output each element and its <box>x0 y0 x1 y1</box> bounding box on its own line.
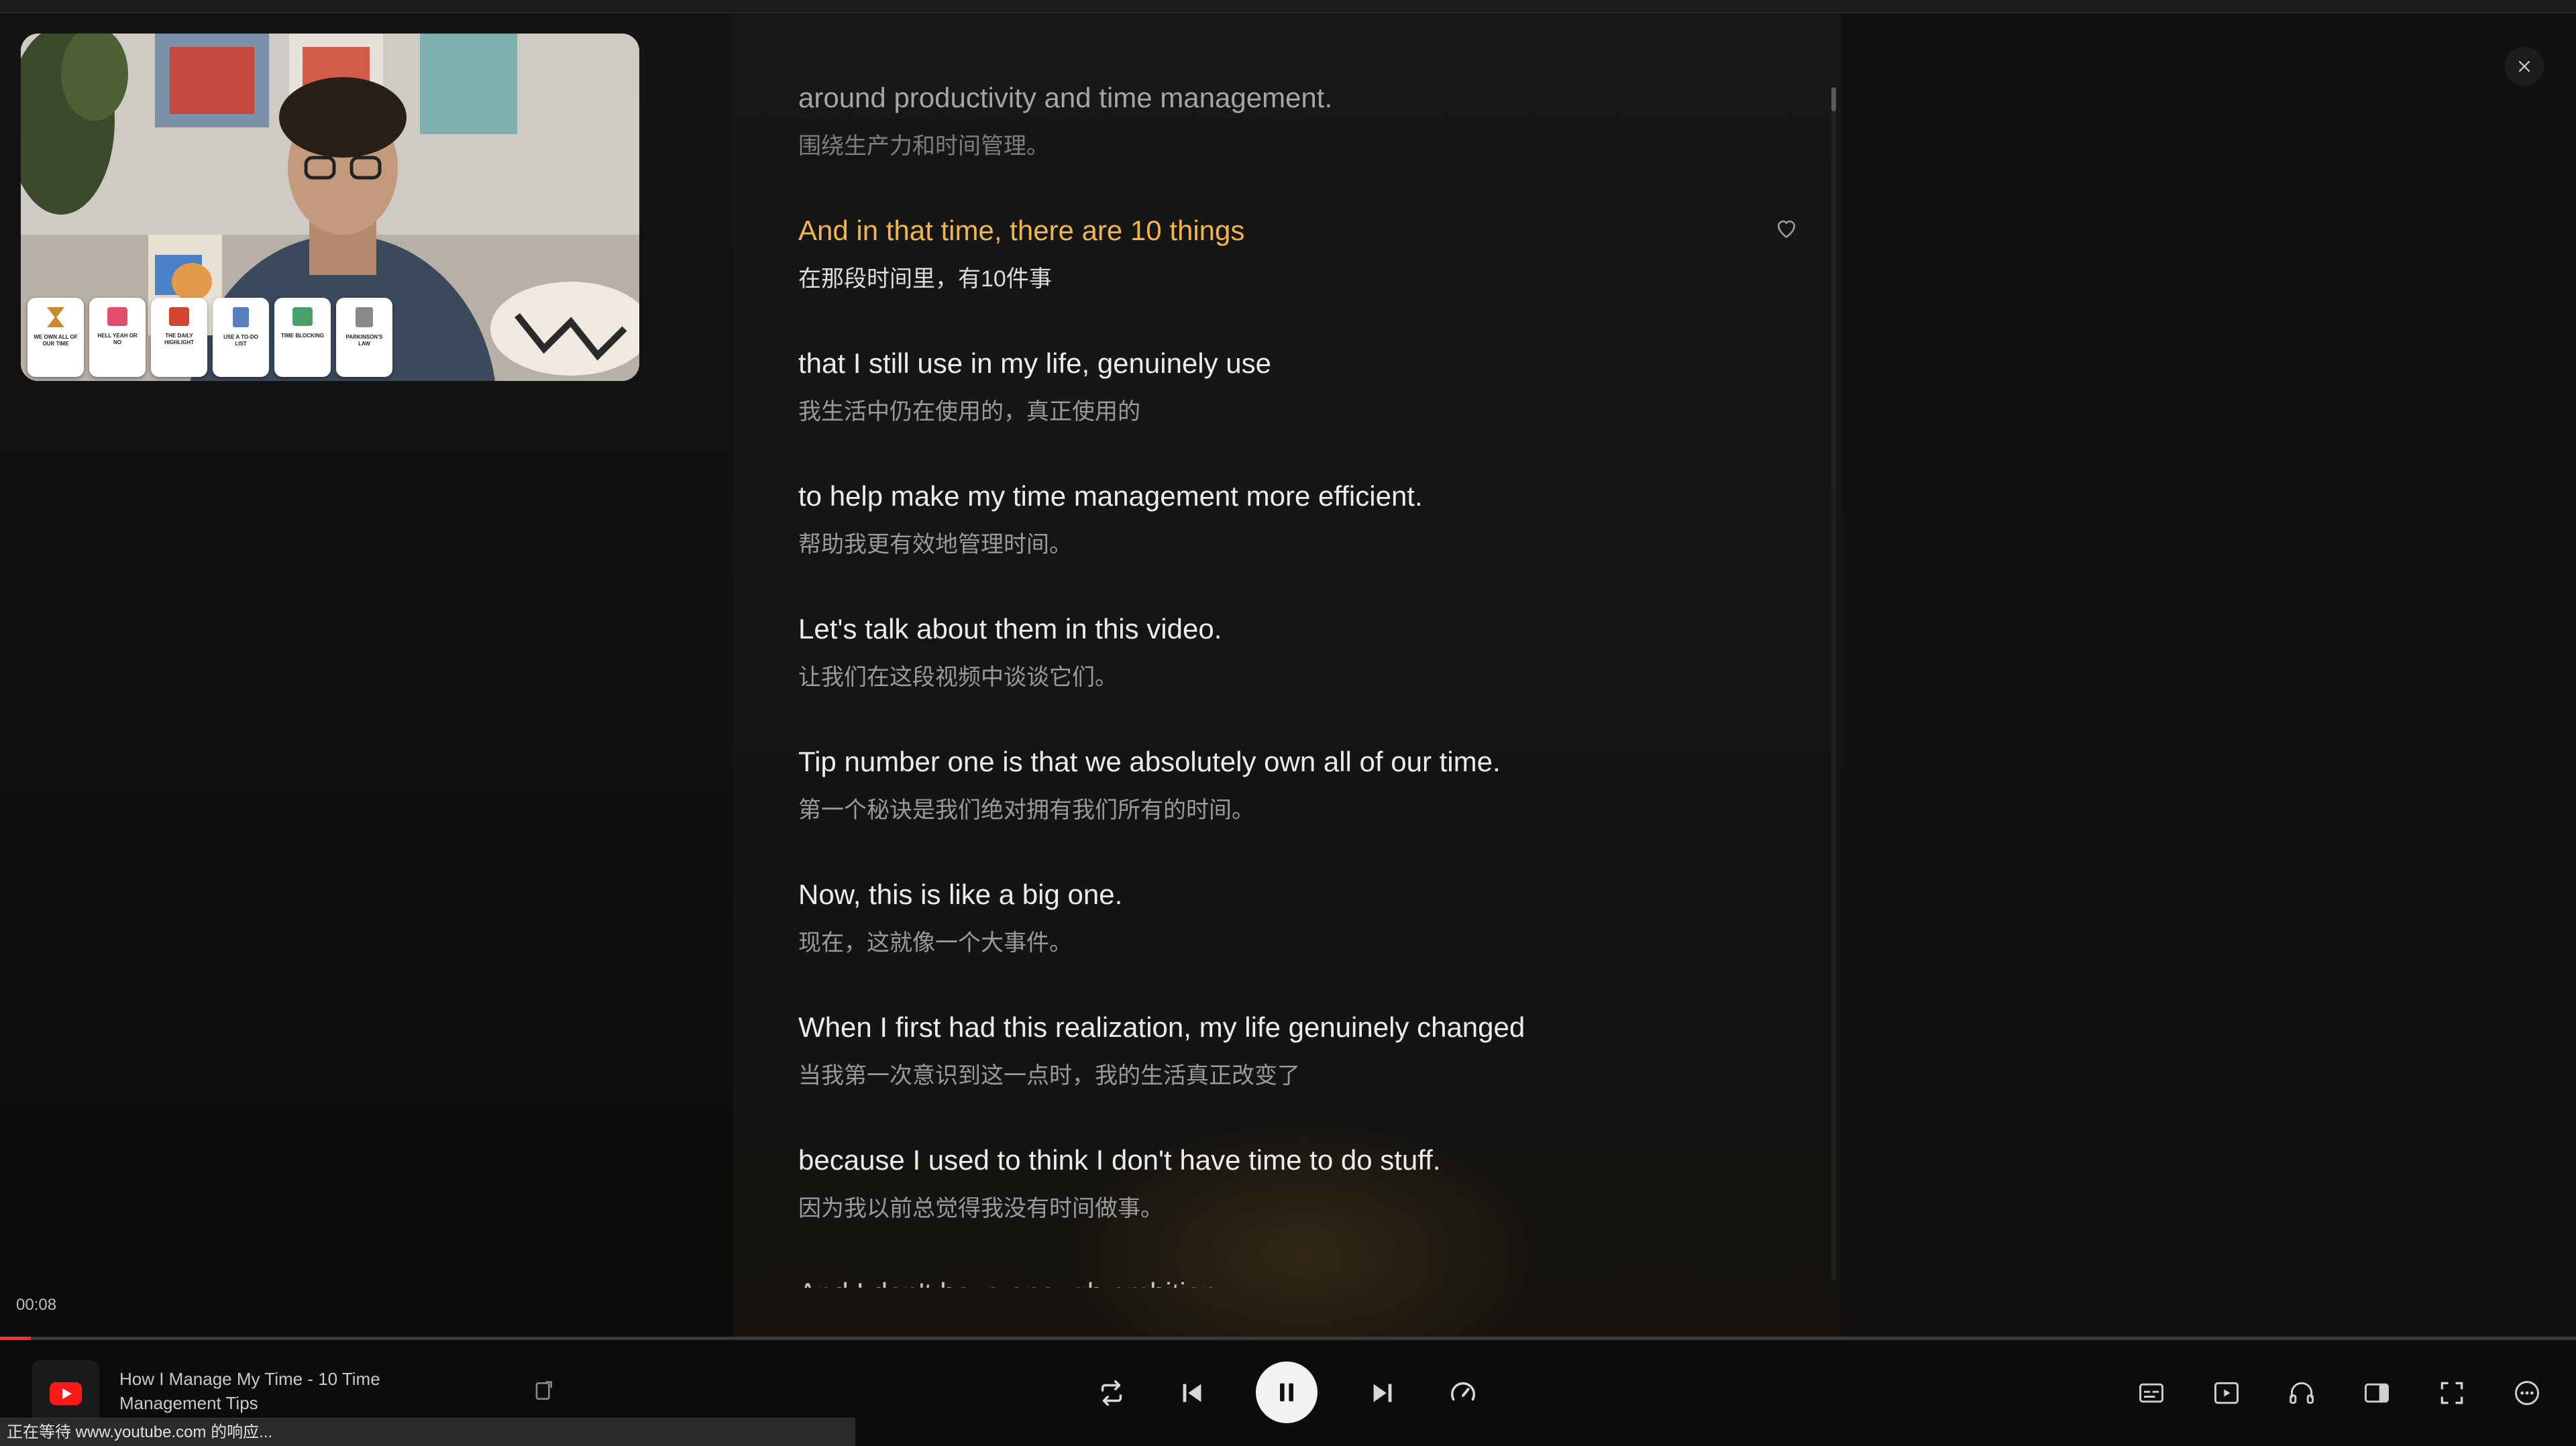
thumbnail-card: USE A TO-DO LIST <box>213 298 269 377</box>
transcript-line-english: Now, this is like a big one. <box>798 879 1123 910</box>
sidebar-toggle-button[interactable] <box>2353 1370 2400 1416</box>
transcript-line[interactable]: because I used to think I don't have tim… <box>798 1143 1771 1223</box>
skip-next-icon <box>1373 1384 1392 1402</box>
browser-status-bar: 正在等待 www.youtube.com 的响应... <box>0 1418 855 1446</box>
next-button[interactable] <box>1359 1370 1406 1416</box>
video-title[interactable]: How I Manage My Time - 10 Time Managemen… <box>119 1367 441 1415</box>
transcript-line-chinese: 让我们在这段视频中谈谈它们。 <box>798 665 1118 690</box>
transcript-line-partial-text: And I don't have enough ambition <box>798 1276 1268 1288</box>
repeat-icon <box>1101 1380 1122 1406</box>
transcript-line[interactable]: When I first had this realization, my li… <box>798 1010 1771 1091</box>
transcript-line-chinese: 围绕生产力和时间管理。 <box>798 133 1049 159</box>
transcript-line-english: Let's talk about them in this video. <box>798 613 1222 645</box>
thumbnail-card-label: WE OWN ALL OF OUR TIME <box>34 334 78 347</box>
pause-icon <box>1280 1383 1293 1402</box>
youtube-icon <box>50 1382 82 1405</box>
transcript-line[interactable]: to help make my time management more eff… <box>798 479 1771 559</box>
fullscreen-icon <box>2440 1382 2463 1404</box>
thumbnail-card: PARKINSON'S LAW <box>336 298 392 377</box>
transcript-line-english: to help make my time management more eff… <box>798 480 1423 512</box>
thumbnail-card-label: HELL YEAH OR NO <box>97 333 138 345</box>
transcript-line-english: And in that time, there are 10 things <box>798 215 1245 246</box>
repeat-button[interactable] <box>1088 1370 1135 1416</box>
subtitles-icon <box>2139 1383 2163 1403</box>
subtitles-button[interactable] <box>2128 1370 2175 1416</box>
audio-mode-button[interactable] <box>2278 1370 2325 1416</box>
transcript-line-english: around productivity and time management. <box>798 82 1333 113</box>
transcript-line-chinese: 在那段时间里，有10件事 <box>798 266 1052 292</box>
thumbnail-card-label: TIME BLOCKING <box>281 333 324 339</box>
more-options-button[interactable] <box>2504 1370 2551 1416</box>
thumbnail-card-label: THE DAILY HIGHLIGHT <box>164 333 194 345</box>
pause-button[interactable] <box>1256 1361 1318 1423</box>
youtube-source-button[interactable] <box>32 1360 99 1427</box>
thumbnail-card: WE OWN ALL OF OUR TIME <box>28 298 84 377</box>
speed-icon <box>1451 1382 1475 1401</box>
transcript-line-english: that I still use in my life, genuinely u… <box>798 347 1272 379</box>
fullscreen-button[interactable] <box>2428 1370 2475 1416</box>
transcript-line-partial[interactable]: And I don't have enough ambition <box>798 1276 1268 1288</box>
video-thumbnail[interactable]: WE OWN ALL OF OUR TIME HELL YEAH OR NO T… <box>21 34 639 381</box>
video-panel: WE OWN ALL OF OUR TIME HELL YEAH OR NO T… <box>0 13 733 1338</box>
app-root: WE OWN ALL OF OUR TIME HELL YEAH OR NO T… <box>0 0 2576 1446</box>
transcript-line[interactable]: that I still use in my life, genuinely u… <box>798 346 1771 427</box>
open-link-button[interactable] <box>530 1378 557 1404</box>
sidebar-icon <box>2365 1383 2389 1403</box>
transcript-line[interactable]: around productivity and time management.… <box>798 80 1771 161</box>
transcript-line[interactable]: Tip number one is that we absolutely own… <box>798 744 1771 825</box>
more-icon <box>2515 1381 2539 1405</box>
thumbnail-card-label: USE A TO-DO LIST <box>223 334 258 347</box>
window-top-bar <box>0 0 2576 13</box>
thumbnail-cards: WE OWN ALL OF OUR TIME HELL YEAH OR NO T… <box>28 298 392 377</box>
transcript-panel[interactable]: around productivity and time management.… <box>733 13 1841 1338</box>
transcript-line[interactable]: Let's talk about them in this video. 让我们… <box>798 612 1771 692</box>
heart-icon[interactable] <box>1773 215 1800 241</box>
playback-speed-button[interactable] <box>1440 1370 1487 1416</box>
video-icon <box>2214 1382 2239 1404</box>
thumbnail-card-label: PARKINSON'S LAW <box>345 334 383 347</box>
transcript-line-active[interactable]: And in that time, there are 10 things 在那… <box>798 213 1771 294</box>
close-icon <box>2518 60 2530 72</box>
transcript-line-english: Tip number one is that we absolutely own… <box>798 746 1501 777</box>
close-button[interactable] <box>2505 47 2544 86</box>
transcript-line-chinese: 当我第一次意识到这一点时，我的生活真正改变了 <box>798 1063 1300 1089</box>
transcript-line-english: When I first had this realization, my li… <box>798 1011 1525 1043</box>
transcript-line[interactable]: Now, this is like a big one. 现在，这就像一个大事件… <box>798 877 1771 958</box>
previous-button[interactable] <box>1169 1370 1216 1416</box>
thumbnail-card: TIME BLOCKING <box>274 298 331 377</box>
skip-previous-icon <box>1183 1384 1201 1402</box>
external-link-icon <box>535 1381 552 1400</box>
transcript-line-chinese: 因为我以前总觉得我没有时间做事。 <box>798 1196 1163 1221</box>
transcript-line-chinese: 第一个秘诀是我们绝对拥有我们所有的时间。 <box>798 797 1254 823</box>
transcript-line-chinese: 帮助我更有效地管理时间。 <box>798 532 1072 557</box>
current-time: 00:08 <box>16 1296 57 1314</box>
transcript-line-chinese: 我生活中仍在使用的，真正使用的 <box>798 399 1140 425</box>
video-mode-button[interactable] <box>2203 1370 2250 1416</box>
transcript-scrollbar[interactable] <box>1831 87 1836 1281</box>
transcript-line-english: because I used to think I don't have tim… <box>798 1144 1441 1176</box>
scrollbar-thumb[interactable] <box>1831 87 1836 111</box>
thumbnail-card: HELL YEAH OR NO <box>89 298 146 377</box>
right-panel <box>1841 13 2576 1338</box>
thumbnail-card: THE DAILY HIGHLIGHT <box>151 298 207 377</box>
headphones-icon <box>2290 1382 2314 1404</box>
transcript-line-chinese: 现在，这就像一个大事件。 <box>798 930 1072 956</box>
